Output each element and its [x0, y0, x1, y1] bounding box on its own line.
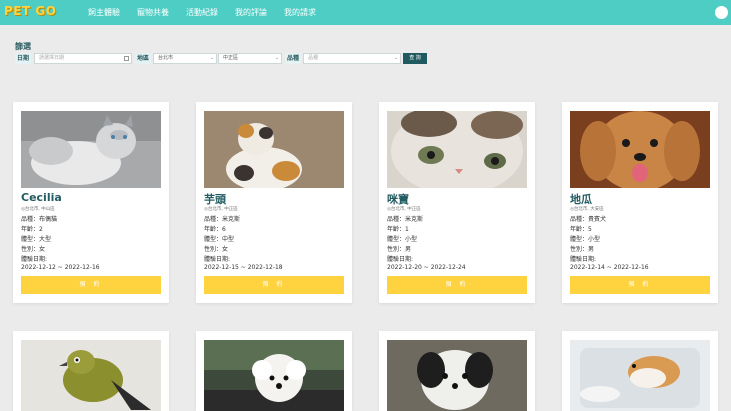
- site-logo[interactable]: PET GO: [4, 4, 56, 18]
- period-label: 體驗日期:: [204, 256, 231, 263]
- nav-item-my-requests[interactable]: 我的請求: [284, 7, 316, 18]
- chevron-down-icon: ⌄: [393, 55, 398, 61]
- pet-breed: 品種：貴賓犬: [570, 216, 607, 223]
- pet-location: ◎台北市, 中山區: [21, 207, 55, 212]
- reserve-button[interactable]: 預 約: [387, 276, 527, 294]
- pet-gender: 性別：男: [387, 246, 412, 253]
- breed-select[interactable]: 品種 ⌄: [303, 53, 401, 64]
- pet-photo[interactable]: [21, 111, 161, 188]
- breed-placeholder: 品種: [308, 55, 319, 61]
- pet-name[interactable]: 咪寶: [387, 191, 409, 207]
- pet-photo[interactable]: [204, 111, 344, 188]
- period-dates: 2022-12-20 ~ 2022-12-24: [387, 264, 466, 271]
- period-label: 體驗日期:: [21, 256, 48, 263]
- pet-card: [562, 331, 718, 411]
- breed-label: 品種: [285, 53, 302, 64]
- chevron-down-icon: ⌄: [274, 55, 279, 61]
- pet-gender: 性別：女: [21, 246, 46, 253]
- city-value: 台北市: [158, 55, 174, 61]
- pet-card: [379, 331, 535, 411]
- period-dates: 2022-12-14 ~ 2022-12-16: [570, 264, 649, 271]
- area-label: 地區: [135, 53, 152, 64]
- pet-breed: 品種：米克斯: [387, 216, 424, 223]
- reserve-button[interactable]: 預 約: [204, 276, 344, 294]
- pet-photo[interactable]: [387, 111, 527, 188]
- pet-gender: 性別：男: [570, 246, 595, 253]
- pet-size: 體型：大型: [21, 236, 52, 243]
- pet-name[interactable]: Cecilia: [21, 191, 62, 204]
- pet-card: 地瓜 ◎台北市, 大安區 品種：貴賓犬 年齡：5 體型：小型 性別：男 體驗日期…: [562, 102, 718, 303]
- pet-location: ◎台北市, 大安區: [570, 207, 604, 212]
- city-select[interactable]: 台北市 ⌄: [153, 53, 217, 64]
- pet-card: [13, 331, 169, 411]
- pet-size: 體型：小型: [387, 236, 418, 243]
- date-input[interactable]: 請選擇日期: [34, 53, 132, 64]
- period-dates: 2022-12-15 ~ 2022-12-18: [204, 264, 283, 271]
- period-dates: 2022-12-12 ~ 2022-12-16: [21, 264, 100, 271]
- user-avatar[interactable]: [715, 6, 728, 19]
- pet-age: 年齡：1: [387, 226, 409, 233]
- chevron-down-icon: ⌄: [209, 55, 214, 61]
- pet-card: 芋頭 ◎台北市, 中正區 品種：米克斯 年齡：6 體型：中型 性別：女 體驗日期…: [196, 102, 352, 303]
- pet-age: 年齡：5: [570, 226, 592, 233]
- calendar-icon: [124, 56, 129, 61]
- pet-photo[interactable]: [570, 111, 710, 188]
- pet-photo[interactable]: [21, 340, 161, 411]
- pet-breed: 品種：布偶貓: [21, 216, 58, 223]
- pet-card: 咪寶 ◎台北市, 中正區 品種：米克斯 年齡：1 體型：小型 性別：男 體驗日期…: [379, 102, 535, 303]
- pet-location: ◎台北市, 中正區: [204, 207, 238, 212]
- pet-age: 年齡：2: [21, 226, 43, 233]
- top-navbar: PET GO 飼主體驗 寵物共養 活動紀錄 我的評論 我的請求: [0, 0, 731, 25]
- search-button[interactable]: 查 詢: [403, 53, 427, 64]
- nav-item-activity-records[interactable]: 活動紀錄: [186, 7, 218, 18]
- pet-photo[interactable]: [204, 340, 344, 411]
- period-label: 體驗日期:: [387, 256, 414, 263]
- period-label: 體驗日期:: [570, 256, 597, 263]
- pet-breed: 品種：米克斯: [204, 216, 241, 223]
- nav-item-pet-coraising[interactable]: 寵物共養: [137, 7, 169, 18]
- nav-item-my-reviews[interactable]: 我的評論: [235, 7, 267, 18]
- filter-title: 篩選: [15, 42, 31, 51]
- pet-age: 年齡：6: [204, 226, 226, 233]
- pet-photo[interactable]: [387, 340, 527, 411]
- reserve-button[interactable]: 預 約: [21, 276, 161, 294]
- district-select[interactable]: 中正區 ⌄: [218, 53, 282, 64]
- date-label: 日期: [15, 53, 32, 64]
- reserve-button[interactable]: 預 約: [570, 276, 710, 294]
- pet-gender: 性別：女: [204, 246, 229, 253]
- pet-size: 體型：中型: [204, 236, 235, 243]
- district-value: 中正區: [223, 55, 239, 61]
- pet-name[interactable]: 地瓜: [570, 191, 592, 207]
- pet-card: Cecilia ◎台北市, 中山區 品種：布偶貓 年齡：2 體型：大型 性別：女…: [13, 102, 169, 303]
- pet-size: 體型：小型: [570, 236, 601, 243]
- pet-card: [196, 331, 352, 411]
- pet-name[interactable]: 芋頭: [204, 191, 226, 207]
- date-placeholder: 請選擇日期: [39, 55, 65, 61]
- nav-item-owner-experience[interactable]: 飼主體驗: [88, 7, 120, 18]
- pet-photo[interactable]: [570, 340, 710, 411]
- pet-location: ◎台北市, 中正區: [387, 207, 421, 212]
